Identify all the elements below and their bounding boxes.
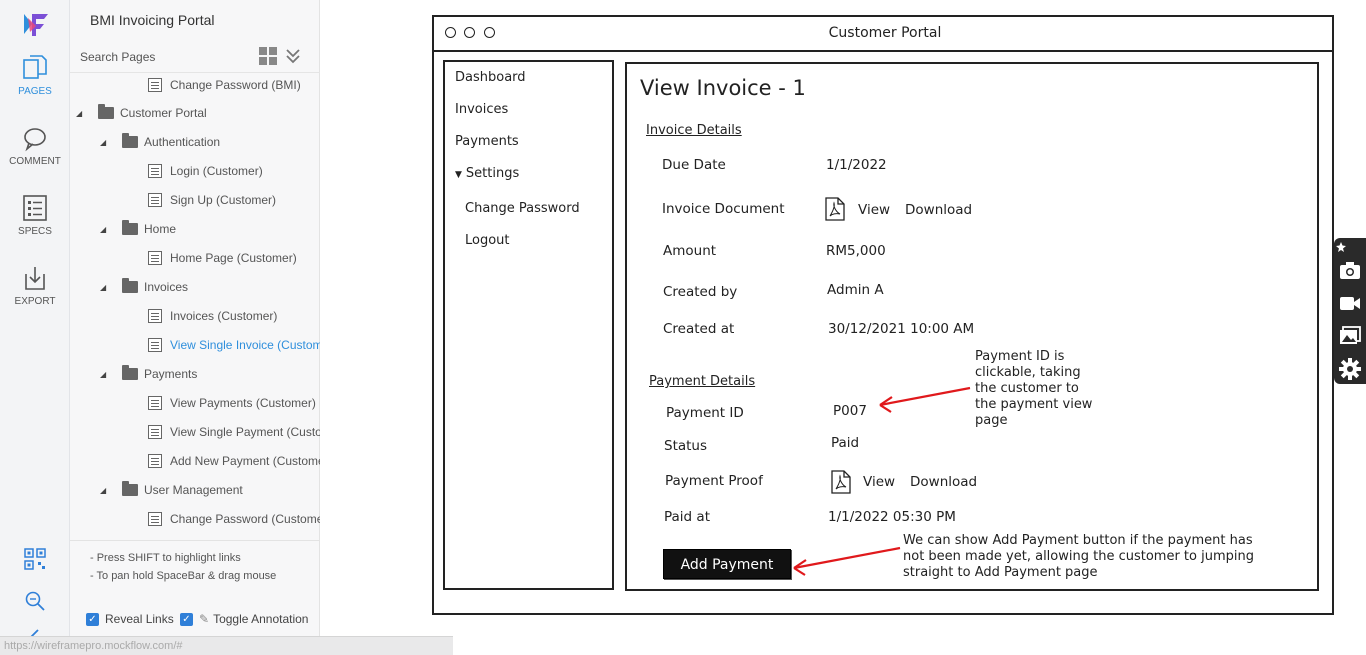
hint-pan: - To pan hold SpaceBar & drag mouse bbox=[90, 570, 277, 582]
page-icon bbox=[148, 338, 162, 352]
tree-page-change-password-bmi[interactable]: Change Password (BMI) bbox=[148, 73, 301, 97]
gallery-icon[interactable] bbox=[1339, 326, 1361, 346]
arrow-icon bbox=[793, 546, 901, 576]
reveal-links-label: Reveal Links bbox=[105, 612, 174, 626]
tree-label: Customer Portal bbox=[120, 106, 207, 120]
tree-label: Authentication bbox=[144, 135, 221, 149]
page-icon bbox=[148, 78, 162, 92]
wireframe-window: Customer Portal Dashboard Invoices Payme… bbox=[432, 15, 1334, 615]
folder-icon bbox=[98, 104, 114, 119]
rail-specs-label: SPECS bbox=[18, 226, 52, 237]
pages-icon bbox=[23, 55, 47, 79]
pencil-icon: ✎ bbox=[199, 612, 210, 626]
pin-icon[interactable] bbox=[1336, 242, 1346, 252]
specs-icon bbox=[23, 195, 47, 221]
tree-label: Sign Up (Customer) bbox=[170, 193, 277, 207]
arrow-icon bbox=[879, 386, 971, 413]
tree-page-view-single-payment[interactable]: View Single Payment (Custom bbox=[148, 420, 320, 444]
page-icon bbox=[148, 309, 162, 323]
export-icon bbox=[25, 267, 45, 290]
panel-tools bbox=[259, 47, 301, 65]
comment-icon bbox=[24, 128, 46, 152]
tree-label: Add New Payment (Customer bbox=[170, 454, 320, 468]
tree-page-sign-up[interactable]: Sign Up (Customer) bbox=[148, 188, 276, 212]
toggle-annotation-label: Toggle Annotation bbox=[213, 612, 309, 626]
video-icon[interactable] bbox=[1339, 293, 1361, 313]
tree-label: Home bbox=[144, 222, 177, 236]
tree-label: Invoices bbox=[144, 280, 189, 294]
tree-page-login[interactable]: Login (Customer) bbox=[148, 159, 263, 183]
folder-icon bbox=[122, 133, 138, 148]
tree-label: Change Password (Customer) bbox=[170, 512, 320, 526]
rail-pages-label: PAGES bbox=[18, 86, 52, 97]
tree-folder-user-management[interactable]: ◢ User Management bbox=[100, 478, 243, 502]
tree-folder-customer-portal[interactable]: ◢ Customer Portal bbox=[76, 101, 207, 125]
tree-label: User Management bbox=[144, 483, 243, 497]
pages-panel: BMI Invoicing Portal Search Pages Change… bbox=[70, 0, 320, 655]
tree-folder-home[interactable]: ◢ Home bbox=[100, 217, 176, 241]
triangle-down-icon[interactable]: ◢ bbox=[100, 283, 110, 292]
zoom-button[interactable] bbox=[0, 590, 70, 617]
reveal-links-checkbox[interactable]: ✓ Reveal Links bbox=[86, 612, 174, 626]
page-icon bbox=[148, 512, 162, 526]
tree-label: Invoices (Customer) bbox=[170, 309, 278, 323]
hint-shift: - Press SHIFT to highlight links bbox=[90, 552, 241, 564]
tree-page-add-new-payment[interactable]: Add New Payment (Customer bbox=[148, 449, 320, 473]
page-icon bbox=[148, 251, 162, 265]
page-tree: Change Password (BMI) ◢ Customer Portal ◢… bbox=[70, 72, 320, 540]
search-pages-input[interactable]: Search Pages bbox=[80, 50, 155, 64]
project-title: BMI Invoicing Portal bbox=[90, 12, 215, 28]
triangle-down-icon[interactable]: ◢ bbox=[76, 109, 86, 118]
folder-icon bbox=[122, 278, 138, 293]
triangle-down-icon[interactable]: ◢ bbox=[100, 225, 110, 234]
qr-code-button[interactable] bbox=[0, 548, 70, 575]
tree-label: View Single Payment (Custom bbox=[170, 425, 320, 439]
rail-export[interactable]: EXPORT bbox=[0, 264, 70, 307]
floating-toolbar bbox=[1334, 238, 1366, 384]
page-icon bbox=[148, 164, 162, 178]
rail-export-label: EXPORT bbox=[14, 296, 56, 307]
page-icon bbox=[148, 396, 162, 410]
tree-page-home-page[interactable]: Home Page (Customer) bbox=[148, 246, 297, 270]
icon-rail: PAGES COMMENT SPECS EXPORT bbox=[0, 0, 70, 655]
qr-code-icon bbox=[24, 548, 46, 570]
tree-folder-invoices[interactable]: ◢ Invoices bbox=[100, 275, 188, 299]
collapse-all-icon[interactable] bbox=[285, 47, 301, 65]
folder-icon bbox=[122, 481, 138, 496]
tree-page-invoices[interactable]: Invoices (Customer) bbox=[148, 304, 277, 328]
folder-icon bbox=[122, 365, 138, 380]
triangle-down-icon[interactable]: ◢ bbox=[100, 370, 110, 379]
camera-icon[interactable] bbox=[1339, 260, 1361, 280]
tree-label: Home Page (Customer) bbox=[170, 251, 297, 265]
tree-folder-payments[interactable]: ◢ Payments bbox=[100, 362, 197, 386]
toggle-annotation-checkbox[interactable]: ✓ ✎ Toggle Annotation bbox=[180, 612, 308, 626]
tree-page-change-password-customer[interactable]: Change Password (Customer) bbox=[148, 507, 320, 531]
rail-comment[interactable]: COMMENT bbox=[0, 126, 70, 167]
triangle-down-icon[interactable]: ◢ bbox=[100, 138, 110, 147]
page-icon bbox=[148, 425, 162, 439]
mockflow-logo-icon bbox=[24, 14, 48, 36]
tree-label: Change Password (BMI) bbox=[170, 78, 301, 92]
tree-page-view-payments[interactable]: View Payments (Customer) bbox=[148, 391, 316, 415]
page-icon bbox=[148, 193, 162, 207]
checkmark-icon: ✓ bbox=[86, 612, 99, 626]
tree-label: Payments bbox=[144, 367, 198, 381]
annotation-arrows bbox=[793, 386, 971, 576]
tree-label: View Payments (Customer) bbox=[170, 396, 316, 410]
rail-comment-label: COMMENT bbox=[9, 156, 61, 167]
tree-label: View Single Invoice (Custome bbox=[170, 338, 320, 352]
tree-folder-authentication[interactable]: ◢ Authentication bbox=[100, 130, 220, 154]
grid-view-icon[interactable] bbox=[259, 47, 277, 65]
status-url: https://wireframepro.mockflow.com/# bbox=[0, 636, 453, 655]
folder-icon bbox=[122, 220, 138, 235]
tree-page-view-single-invoice[interactable]: View Single Invoice (Custome bbox=[148, 333, 320, 357]
checkmark-icon: ✓ bbox=[180, 612, 193, 626]
rail-pages[interactable]: PAGES bbox=[0, 54, 70, 97]
tree-label: Login (Customer) bbox=[170, 164, 263, 178]
zoom-icon bbox=[25, 591, 45, 611]
rail-specs[interactable]: SPECS bbox=[0, 194, 70, 237]
gear-icon[interactable] bbox=[1339, 358, 1361, 380]
page-icon bbox=[148, 454, 162, 468]
triangle-down-icon[interactable]: ◢ bbox=[100, 486, 110, 495]
